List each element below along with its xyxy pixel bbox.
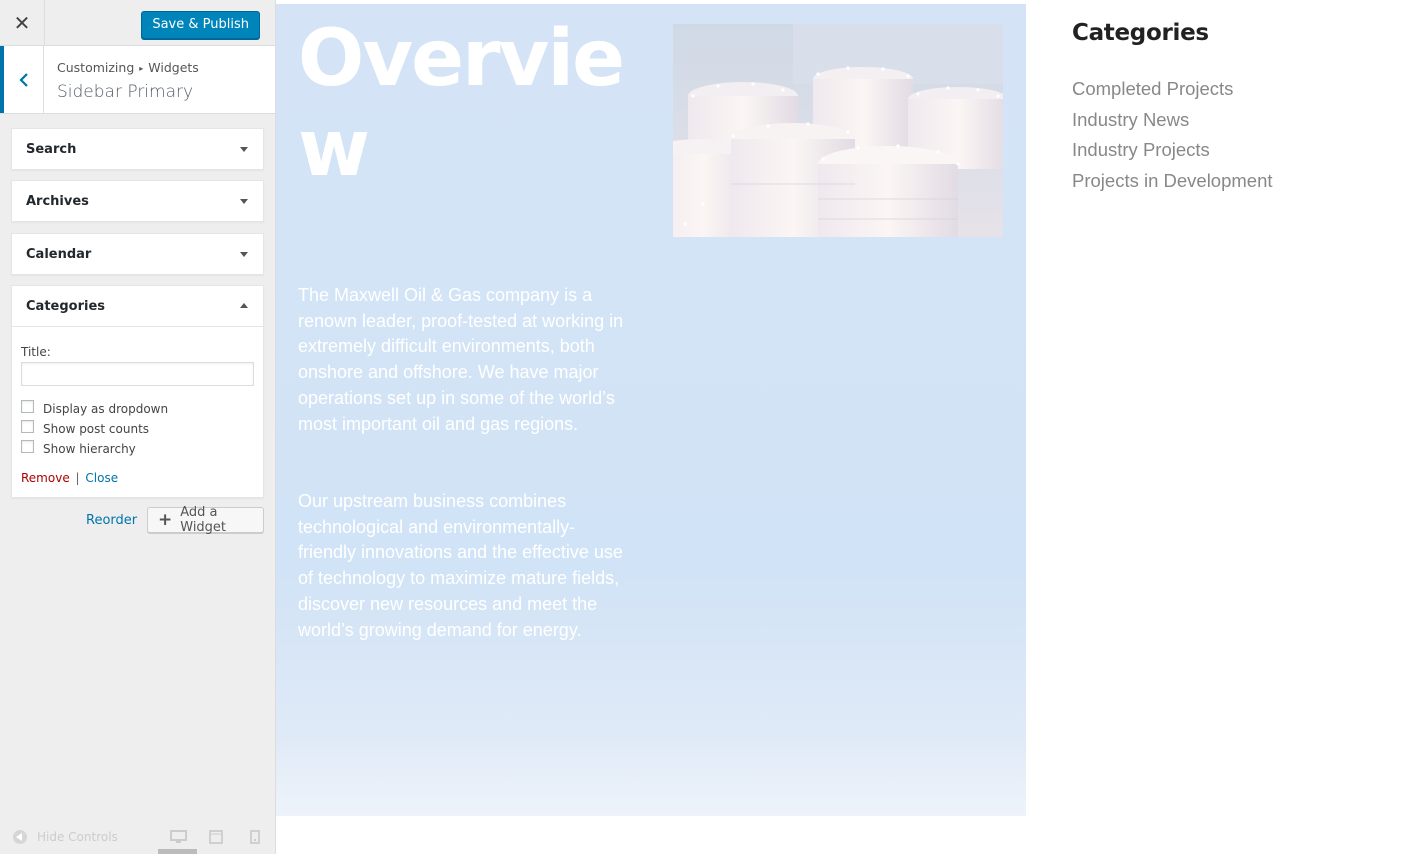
add-widget-button[interactable]: + Add a Widget — [147, 505, 264, 535]
chevron-down-icon[interactable] — [240, 147, 248, 152]
chevron-up-icon[interactable] — [240, 303, 248, 308]
reorder-link[interactable]: Reorder — [86, 513, 137, 528]
breadcrumb-root: Customizing — [57, 60, 135, 75]
option-show-post-counts: Show post counts — [21, 419, 254, 439]
widget-search-header[interactable]: Search — [12, 129, 263, 169]
remove-link[interactable]: Remove — [21, 471, 70, 485]
oil-storage-tanks-image — [673, 24, 1003, 237]
back-button[interactable] — [0, 46, 44, 113]
overview-paragraph: The Maxwell Oil & Gas company is a renow… — [298, 285, 624, 434]
checkbox-label: Show post counts — [43, 422, 150, 436]
customizer-sidebar: ✕ Save & Publish Customizing ▸ Widgets Sid… — [0, 0, 276, 854]
categories-widget: Categories Completed Projects Industry N… — [1072, 20, 1273, 196]
breadcrumb-section: Widgets — [148, 60, 199, 75]
title-input[interactable] — [21, 362, 254, 386]
chevron-left-icon — [18, 72, 28, 87]
widget-title: Archives — [26, 193, 89, 209]
widget-calendar: Calendar — [11, 233, 264, 275]
close-icon: ✕ — [13, 12, 31, 35]
plus-icon: + — [158, 509, 173, 530]
show-post-counts-checkbox[interactable] — [21, 419, 34, 433]
close-link[interactable]: Close — [85, 471, 118, 485]
widget-categories-form: Title: Display as dropdown Show post cou… — [12, 326, 263, 497]
save-publish-button[interactable]: Save & Publish — [141, 11, 260, 39]
site-preview: Overview The Maxwell Oil & Gas company i… — [276, 0, 1419, 854]
category-link[interactable]: Projects in Development — [1072, 166, 1273, 197]
widget-title: Search — [26, 141, 77, 157]
widget-title: Categories — [26, 298, 106, 314]
show-hierarchy-checkbox[interactable] — [21, 439, 34, 453]
separator: | — [75, 471, 80, 485]
widget-categories: Categories Title: Display as dropdown Sh… — [11, 285, 264, 498]
title-label: Title: — [21, 345, 51, 359]
display-dropdown-checkbox[interactable] — [21, 399, 34, 413]
category-link[interactable]: Completed Projects — [1072, 74, 1273, 105]
widget-archives: Archives — [11, 180, 264, 222]
widget-title: Calendar — [26, 246, 92, 262]
collapse-arrow-icon — [13, 830, 27, 844]
checkbox-label: Show hierarchy — [43, 442, 136, 456]
breadcrumb: Customizing ▸ Widgets — [57, 60, 199, 75]
chevron-down-icon[interactable] — [240, 252, 248, 257]
overview-section: Overview The Maxwell Oil & Gas company i… — [276, 4, 1026, 816]
hide-controls-label: Hide Controls — [37, 830, 118, 844]
widget-calendar-header[interactable]: Calendar — [12, 234, 263, 274]
checkbox-label: Display as dropdown — [43, 402, 169, 416]
mobile-icon[interactable] — [250, 830, 260, 844]
panel-header: Customizing ▸ Widgets Sidebar Primary — [0, 46, 275, 114]
widget-categories-header[interactable]: Categories — [12, 286, 263, 326]
categories-heading: Categories — [1072, 20, 1209, 46]
option-display-dropdown: Display as dropdown — [21, 399, 254, 419]
breadcrumb-separator: ▸ — [139, 64, 144, 73]
panel-title: Sidebar Primary — [57, 82, 194, 102]
category-link[interactable]: Industry Projects — [1072, 135, 1273, 166]
hide-controls-button[interactable]: Hide Controls — [13, 830, 118, 844]
customizer-header: ✕ Save & Publish — [0, 0, 275, 46]
customizer-footer: Hide Controls — [0, 808, 276, 854]
widget-archives-header[interactable]: Archives — [12, 181, 263, 221]
category-link[interactable]: Industry News — [1072, 105, 1273, 136]
chevron-down-icon[interactable] — [240, 199, 248, 204]
tablet-icon[interactable] — [209, 830, 223, 844]
active-device-indicator — [158, 849, 197, 854]
widget-control-actions: Remove | Close — [21, 471, 254, 485]
close-customizer-button[interactable]: ✕ — [0, 0, 45, 46]
option-show-hierarchy: Show hierarchy — [21, 439, 254, 459]
widget-search: Search — [11, 128, 264, 170]
add-widget-label: Add a Widget — [180, 505, 227, 535]
categories-list: Completed Projects Industry News Industr… — [1072, 74, 1273, 196]
desktop-icon[interactable] — [170, 830, 187, 844]
overview-heading: Overview — [298, 14, 625, 194]
overview-paragraph: Our upstream business combines technolog… — [298, 491, 623, 640]
